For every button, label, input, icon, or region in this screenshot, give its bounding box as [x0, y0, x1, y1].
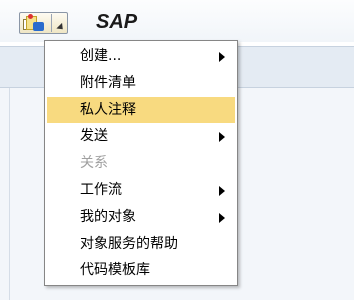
object-services-menu: 创建... 附件清单 私人注释 发送 关系 工作流 我的对象 对象服务的帮助 代… — [44, 40, 238, 286]
submenu-arrow-icon — [219, 212, 225, 223]
button-divider — [51, 14, 52, 32]
app-title: SAP — [96, 11, 138, 33]
submenu-arrow-icon — [219, 52, 225, 62]
title-bar: SAP — [0, 0, 354, 42]
menu-item-label: 附件清单 — [80, 74, 136, 91]
menu-item-label: 代码模板库 — [80, 262, 150, 279]
menu-item-code-template-library[interactable]: 代码模板库 — [47, 257, 235, 284]
menu-item-label: 创建... — [80, 48, 122, 64]
content-left-border — [0, 88, 10, 300]
menu-item-send[interactable]: 发送 — [47, 123, 235, 150]
menu-item-create[interactable]: 创建... — [47, 43, 235, 70]
menu-item-relationships: 关系 — [47, 150, 235, 177]
dropdown-arrow-icon[interactable] — [56, 22, 66, 32]
menu-item-attachment-list[interactable]: 附件清单 — [47, 70, 235, 97]
menu-item-private-note[interactable]: 私人注释 — [47, 96, 235, 124]
menu-item-label: 我的对象 — [80, 208, 136, 225]
menu-item-help[interactable]: 对象服务的帮助 — [47, 231, 235, 258]
submenu-arrow-icon — [219, 185, 225, 196]
menu-item-label: 对象服务的帮助 — [80, 235, 178, 252]
menu-item-my-objects[interactable]: 我的对象 — [47, 204, 235, 231]
menu-item-label: 关系 — [80, 155, 108, 172]
submenu-arrow-icon — [219, 132, 225, 143]
menu-item-label: 私人注释 — [80, 101, 136, 118]
generic-object-services-button[interactable] — [19, 12, 68, 34]
services-for-object-icon — [20, 13, 48, 33]
menu-item-workflow[interactable]: 工作流 — [47, 177, 235, 204]
menu-item-label: 发送 — [80, 128, 108, 145]
menu-item-label: 工作流 — [80, 181, 122, 198]
